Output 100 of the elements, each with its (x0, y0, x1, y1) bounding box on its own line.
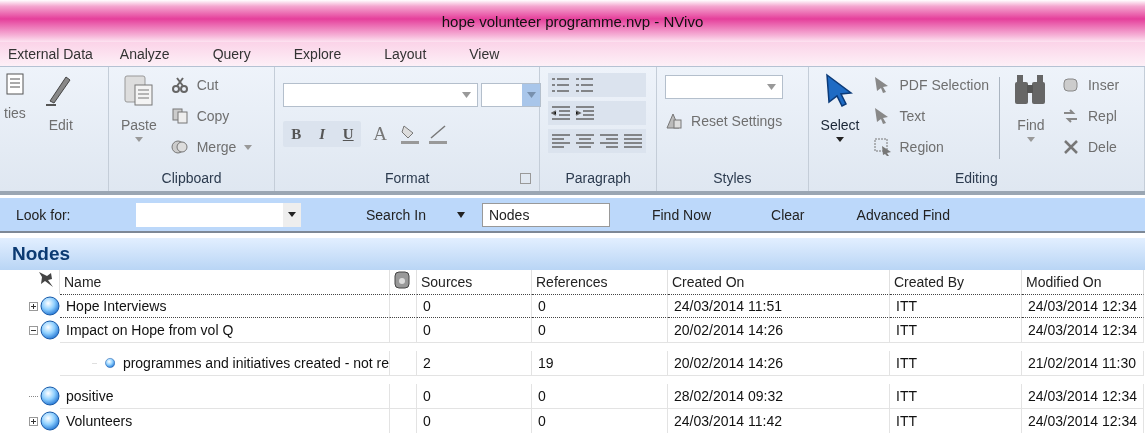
table-cell: 0 (532, 409, 668, 433)
fill-color-icon[interactable] (399, 123, 422, 145)
node-icon (40, 386, 60, 406)
caret-icon (767, 84, 777, 90)
font-color-button[interactable]: A (367, 121, 394, 147)
table-cell: 0 (417, 384, 532, 409)
column-header[interactable]: References (532, 270, 668, 294)
table-cell: 0 (417, 318, 532, 343)
numbering-icon[interactable] (575, 76, 596, 94)
node-name: Impact on Hope from vol Q (66, 321, 234, 340)
node-icon (40, 411, 60, 431)
delete-icon (1062, 138, 1080, 156)
ribbon-button[interactable]: Select (816, 73, 864, 167)
align-right-icon[interactable] (599, 132, 620, 150)
column-header[interactable]: Modified On (1022, 270, 1144, 294)
launcher-icon[interactable] (520, 173, 532, 184)
table-cell (390, 294, 417, 318)
size-dropdown[interactable] (481, 83, 542, 107)
table-cell: 20/02/2014 14:26 (668, 318, 890, 343)
column-header[interactable]: Name (60, 270, 390, 294)
menu-tab[interactable]: Query (212, 46, 274, 62)
node-icon (40, 320, 60, 340)
caret-icon (836, 137, 845, 142)
region-icon (873, 138, 892, 156)
column-header[interactable]: Created By (890, 270, 1022, 294)
name-cell[interactable]: programmes and initiatives created - not re (60, 351, 390, 376)
node-icon (40, 296, 60, 316)
node-name: Volunteers (66, 412, 133, 431)
node-name: programmes and initiatives created - not re (122, 354, 389, 373)
table-cell: ITT (890, 294, 1022, 318)
find-bar-button[interactable]: Advanced Find (856, 206, 950, 223)
menu-tab[interactable]: View (469, 46, 523, 62)
bullets-icon[interactable] (551, 76, 572, 94)
align-left-icon[interactable] (551, 132, 572, 150)
format-button[interactable]: B (283, 121, 310, 147)
column-header[interactable]: Sources (417, 270, 532, 294)
align-center-icon[interactable] (575, 132, 596, 150)
indent-icon[interactable] (575, 104, 596, 122)
table-cell (390, 384, 417, 409)
table-cell: 2 (417, 351, 532, 376)
copy-icon (170, 107, 189, 125)
find-bar-button[interactable]: Clear (771, 206, 805, 223)
table-cell: 0 (532, 318, 668, 343)
style-dropdown[interactable] (665, 75, 784, 99)
table-cell: ITT (890, 351, 1022, 376)
name-cell[interactable]: positive (60, 384, 390, 409)
merge-icon (170, 138, 189, 156)
search-in-label: Search In (366, 206, 426, 223)
table-cell: 0 (417, 294, 532, 318)
node-name: positive (66, 387, 114, 406)
table-cell: 24/03/2014 12:34 (1022, 409, 1144, 433)
group-label: Styles (713, 170, 752, 186)
expand-icon[interactable] (29, 301, 38, 311)
expand-icon[interactable] (29, 416, 38, 426)
table-cell: ITT (890, 409, 1022, 433)
search-in-field[interactable]: Nodes (481, 202, 610, 227)
table-cell: 24/03/2014 12:34 (1022, 384, 1144, 409)
look-for-field[interactable] (136, 202, 301, 227)
format-button[interactable]: U (335, 121, 362, 147)
table-cell: 24/03/2014 12:34 (1022, 318, 1144, 343)
name-cell[interactable]: Impact on Hope from vol Q (60, 318, 390, 343)
format-button[interactable]: I (309, 121, 336, 147)
group-label: Paragraph (565, 170, 631, 186)
table-cell (390, 351, 417, 376)
caret-icon (1027, 137, 1035, 142)
replace-icon (1062, 107, 1080, 125)
menu-tab[interactable]: External Data (8, 46, 116, 62)
table-cell: ITT (890, 384, 1022, 409)
table-cell: 24/03/2014 12:34 (1022, 294, 1144, 318)
window-title: hope volunteer programme.nvp - NVivo (441, 12, 704, 30)
menu-tab[interactable]: Layout (384, 46, 450, 62)
table-cell: 21/02/2014 11:30 (1022, 351, 1144, 376)
column-header[interactable]: Created On (668, 270, 890, 294)
justify-icon[interactable] (623, 132, 644, 150)
line-icon[interactable] (427, 123, 450, 145)
dropdown-icon[interactable] (455, 211, 466, 218)
table-cell: 28/02/2014 09:32 (668, 384, 890, 409)
group-label: Clipboard (161, 170, 222, 186)
caret-icon (244, 144, 253, 150)
clipboard-icon (121, 73, 156, 107)
panel-title: Nodes (12, 243, 71, 265)
menu-tab[interactable]: Analyze (119, 46, 193, 62)
collapse-icon[interactable] (29, 325, 38, 335)
name-cell[interactable]: Volunteers (60, 409, 390, 433)
font-dropdown[interactable] (283, 83, 479, 107)
table-cell: ITT (890, 318, 1022, 343)
group-label: Editing (954, 170, 998, 186)
caret-icon (462, 92, 472, 98)
outdent-icon[interactable] (551, 104, 572, 122)
name-cell[interactable]: Hope Interviews (60, 294, 390, 318)
pin-icon[interactable] (37, 270, 55, 288)
caret-icon (288, 212, 296, 217)
find-bar-button[interactable]: Find Now (651, 206, 712, 223)
table-cell: 0 (417, 409, 532, 433)
menu-tab[interactable]: Explore (293, 46, 365, 62)
binoculars-icon (1014, 73, 1048, 107)
table-cell: 0 (532, 294, 668, 318)
style-icon (665, 112, 684, 130)
table-cell: 24/03/2014 11:42 (668, 409, 890, 433)
group-label: Format (385, 170, 430, 186)
